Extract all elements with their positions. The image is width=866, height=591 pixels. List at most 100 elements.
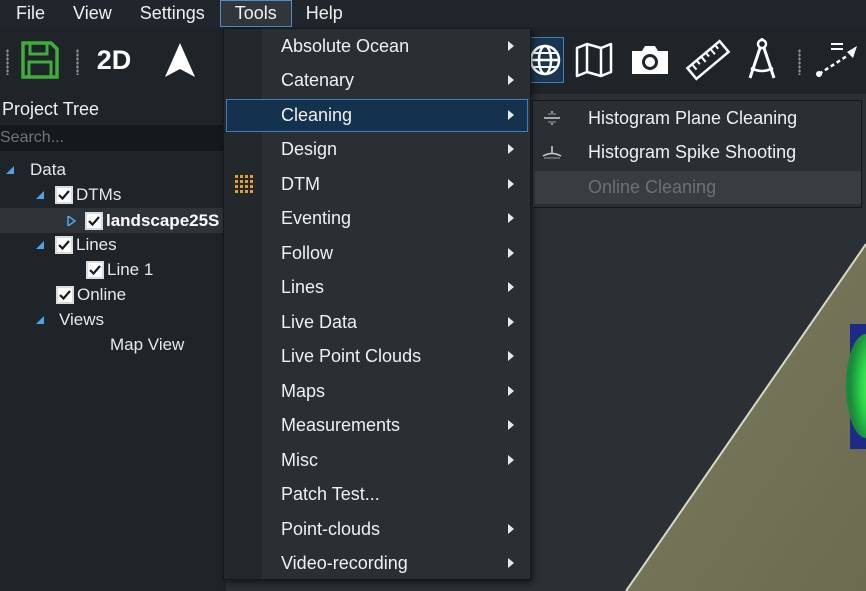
- checkmark-icon: [59, 289, 71, 300]
- menu-item-follow[interactable]: Follow: [226, 237, 528, 270]
- menu-item-point-clouds[interactable]: Point-clouds: [226, 513, 528, 546]
- menu-item-label: Misc: [281, 450, 318, 470]
- submenu-arrow-icon: [508, 282, 514, 292]
- expand-arrow-icon[interactable]: [35, 315, 45, 325]
- menu-item-label: Maps: [281, 381, 326, 401]
- pointer-line-icon: [816, 43, 857, 77]
- checkbox-checked[interactable]: [55, 185, 73, 204]
- navigate-button[interactable]: [160, 37, 200, 83]
- project-tree-search-input[interactable]: [0, 125, 226, 151]
- menu-item-dtm[interactable]: DTM: [226, 168, 528, 201]
- map-button[interactable]: [572, 37, 616, 83]
- collapsed-arrow-icon[interactable]: [66, 215, 76, 226]
- expand-arrow-icon[interactable]: [5, 165, 15, 175]
- menu-item-label: Eventing: [281, 208, 352, 228]
- checkbox-checked[interactable]: [56, 285, 74, 304]
- menu-item-histogram-plane-cleaning[interactable]: Histogram Plane Cleaning: [535, 102, 861, 135]
- menu-file[interactable]: File: [0, 0, 73, 27]
- menu-item-live-point-clouds[interactable]: Live Point Clouds: [226, 340, 528, 373]
- search-box: [0, 125, 226, 151]
- menu-item-misc[interactable]: Misc: [226, 444, 528, 477]
- tools-menu-dropdown: Absolute Ocean Catenary Cleaning Design …: [223, 28, 531, 580]
- compass-button[interactable]: [742, 37, 782, 83]
- tree-node-label: DTMs: [76, 184, 122, 204]
- tree-node-landscape[interactable]: landscape25S: [66, 208, 219, 233]
- histogram-plane-icon: [544, 111, 560, 125]
- menu-item-maps[interactable]: Maps: [226, 375, 528, 408]
- compass-icon: [748, 38, 776, 79]
- save-button[interactable]: [18, 37, 62, 83]
- submenu-arrow-icon: [508, 248, 514, 258]
- menu-item-label: Online Cleaning: [588, 177, 717, 197]
- tree-node-line1[interactable]: Line 1: [86, 257, 153, 282]
- checkbox-checked[interactable]: [55, 235, 73, 254]
- tree-node-views[interactable]: Views: [35, 307, 104, 332]
- submenu-arrow-icon: [508, 179, 514, 189]
- menu-item-label: Video-recording: [281, 553, 408, 573]
- submenu-arrow-icon: [508, 213, 514, 223]
- menu-item-label: Histogram Plane Cleaning: [588, 108, 798, 128]
- submenu-arrow-icon: [508, 144, 514, 154]
- checkbox-checked[interactable]: [86, 260, 104, 279]
- checkbox-checked[interactable]: [85, 211, 103, 230]
- menu-tools[interactable]: Tools: [219, 0, 292, 27]
- menu-view[interactable]: View: [73, 0, 140, 27]
- menu-item-patch-test[interactable]: Patch Test...: [226, 478, 528, 511]
- menu-item-catenary[interactable]: Catenary: [226, 64, 528, 97]
- menu-item-lines[interactable]: Lines: [226, 271, 528, 304]
- menu-help[interactable]: Help: [292, 0, 357, 27]
- menu-item-measurements[interactable]: Measurements: [226, 409, 528, 442]
- menu-item-eventing[interactable]: Eventing: [226, 202, 528, 235]
- mode-2d-button[interactable]: 2D: [90, 37, 138, 83]
- pointer-line-button[interactable]: [812, 37, 862, 83]
- menu-item-label: Catenary: [281, 70, 355, 90]
- menu-item-label: Histogram Spike Shooting: [588, 142, 797, 162]
- menu-item-histogram-spike-shooting[interactable]: Histogram Spike Shooting: [535, 136, 861, 169]
- tree-node-data[interactable]: Data: [5, 157, 66, 182]
- tree-node-online[interactable]: Online: [56, 282, 126, 307]
- tree-node-label: Map View: [110, 334, 185, 354]
- save-icon: [21, 41, 59, 79]
- submenu-arrow-icon: [508, 317, 514, 327]
- menu-item-label: Cleaning: [281, 105, 353, 125]
- submenu-arrow-icon: [508, 110, 514, 120]
- menu-item-video-recording[interactable]: Video-recording: [226, 547, 528, 580]
- tree-node-label: Lines: [76, 234, 117, 254]
- submenu-arrow-icon: [508, 75, 514, 85]
- toolbar-grip[interactable]: [6, 49, 9, 75]
- checkmark-icon: [89, 264, 101, 275]
- expand-arrow-icon[interactable]: [35, 240, 45, 250]
- menu-item-absolute-ocean[interactable]: Absolute Ocean: [226, 30, 528, 63]
- menu-settings[interactable]: Settings: [140, 0, 220, 27]
- globe-button[interactable]: [526, 37, 564, 83]
- project-tree-title: Project Tree: [2, 99, 100, 119]
- menu-item-design[interactable]: Design: [226, 133, 528, 166]
- submenu-arrow-icon: [508, 420, 514, 430]
- menu-item-label: Follow: [281, 243, 334, 263]
- project-tree-panel: Project Tree Data DTMs landscape25S Line…: [0, 94, 226, 591]
- camera-button[interactable]: [627, 37, 673, 83]
- tree-node-lines[interactable]: Lines: [35, 232, 117, 257]
- menu-item-label: Design: [281, 139, 338, 159]
- checkmark-icon: [58, 239, 70, 250]
- camera-icon: [632, 46, 668, 74]
- ruler-button[interactable]: [684, 37, 732, 83]
- menu-item-label: Lines: [281, 277, 325, 297]
- expand-arrow-icon[interactable]: [35, 190, 45, 200]
- menu-item-live-data[interactable]: Live Data: [226, 306, 528, 339]
- submenu-arrow-icon: [508, 41, 514, 51]
- checkmark-icon: [58, 189, 70, 200]
- tree-node-map-view[interactable]: Map View: [110, 332, 184, 357]
- globe-icon: [529, 44, 561, 76]
- menu-item-cleaning[interactable]: Cleaning: [226, 99, 528, 132]
- submenu-arrow-icon: [508, 386, 514, 396]
- navigate-arrow-icon: [165, 43, 195, 77]
- toolbar-grip[interactable]: [76, 49, 79, 75]
- menu-item-label: Live Point Clouds: [281, 346, 422, 366]
- toolbar-grip[interactable]: [798, 49, 801, 75]
- ruler-icon: [685, 39, 731, 81]
- tree-node-dtms[interactable]: DTMs: [35, 182, 121, 207]
- menu-item-label: Measurements: [281, 415, 401, 435]
- spike-shooting-icon: [542, 146, 562, 159]
- submenu-arrow-icon: [508, 558, 514, 568]
